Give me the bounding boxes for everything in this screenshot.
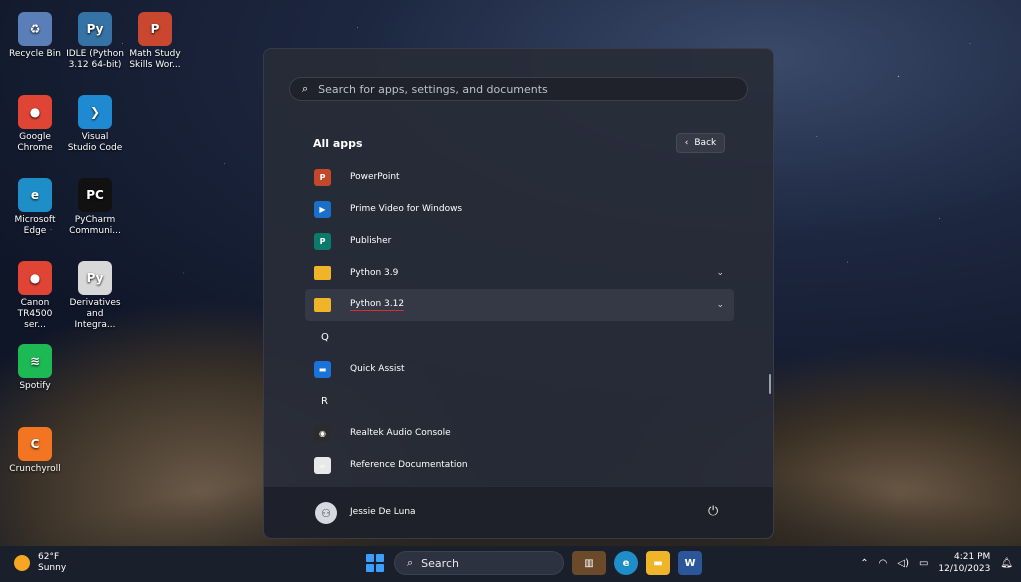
section-letter-r[interactable]: R xyxy=(305,385,734,417)
app-folder[interactable]: Python 3.12 ⌄ xyxy=(305,289,734,321)
all-apps-list: P PowerPoint ▶ Prime Video for Windows P Publ… xyxy=(305,161,734,481)
power-icon[interactable]: ⏻ xyxy=(708,504,718,519)
java-doc-icon: ☕ xyxy=(314,456,331,474)
edge-icon: e xyxy=(18,178,52,212)
vscode-icon: ❯ xyxy=(78,95,112,129)
desktop-icon[interactable]: ≋ Spotify xyxy=(6,344,64,392)
taskbar: 62°F Sunny ⌕ Search ▥ e ▬ W ⌃ ◠ ◁) ▭ 4:2… xyxy=(0,546,1021,582)
app-item[interactable]: ▶ Prime Video for Windows xyxy=(305,193,734,225)
desktop-icon-label: PyCharm Communi... xyxy=(69,215,121,236)
desktop-icon-label: Math Study Skills Wor... xyxy=(129,49,181,70)
app-label: Prime Video for Windows xyxy=(350,204,463,214)
recycle-bin-icon: ♻ xyxy=(18,12,52,46)
desktop-icon-label: Crunchyroll xyxy=(9,464,61,474)
volume-icon[interactable]: ◁) xyxy=(897,558,909,569)
user-icon: ⚇ xyxy=(321,506,331,520)
taskbar-search[interactable]: ⌕ Search xyxy=(394,551,564,575)
app-item[interactable]: P PowerPoint xyxy=(305,161,734,193)
weather-temperature: 62°F xyxy=(38,552,60,562)
back-button-label: Back xyxy=(694,138,717,148)
taskbar-search-label: Search xyxy=(421,556,459,570)
system-tray: ⌃ ◠ ◁) ▭ 4:21 PM 12/10/2023 🔔︎ xyxy=(860,551,1013,575)
taskbar-apps: ⌕ Search ▥ e ▬ W xyxy=(364,551,702,575)
chevron-left-icon: ‹ xyxy=(684,138,689,148)
app-folder[interactable]: Python 3.9 ⌄ xyxy=(305,257,734,289)
back-button[interactable]: ‹ Back xyxy=(676,133,725,153)
app-label: Quick Assist xyxy=(350,364,405,374)
start-search-placeholder: Search for apps, settings, and documents xyxy=(318,82,548,96)
app-label: PowerPoint xyxy=(350,172,400,182)
desktop-icon[interactable]: e Microsoft Edge xyxy=(6,178,64,237)
desktop-icon-label: Canon TR4500 ser... xyxy=(17,298,53,330)
app-item[interactable]: ◉ Realtek Audio Console xyxy=(305,417,734,449)
widgets-icon[interactable]: ▥ xyxy=(572,551,606,575)
app-item[interactable]: ▬ Quick Assist xyxy=(305,353,734,385)
realtek-icon: ◉ xyxy=(314,424,331,442)
desktop-icon-label: Microsoft Edge xyxy=(14,215,56,236)
file-explorer-icon[interactable]: ▬ xyxy=(646,551,670,575)
pycharm-icon: PC xyxy=(78,178,112,212)
publisher-icon: P xyxy=(314,232,331,250)
app-item[interactable]: ☕ Reference Documentation xyxy=(305,449,734,481)
battery-icon[interactable]: ▭ xyxy=(919,558,928,569)
desktop-icon[interactable]: ❯ Visual Studio Code xyxy=(66,95,124,154)
app-label: Publisher xyxy=(350,236,392,246)
folder-icon xyxy=(314,266,331,280)
start-menu: ⌕ Search for apps, settings, and documen… xyxy=(263,48,774,539)
desktop-icon[interactable]: Py IDLE (Python 3.12 64-bit) xyxy=(66,12,124,71)
clock[interactable]: 4:21 PM 12/10/2023 xyxy=(938,551,990,575)
wifi-icon[interactable]: ◠ xyxy=(879,558,888,569)
prime-video-icon: ▶ xyxy=(314,200,331,218)
desktop-icon[interactable]: ● Google Chrome xyxy=(6,95,64,154)
word-icon[interactable]: W xyxy=(678,551,702,575)
chevron-down-icon[interactable]: ⌄ xyxy=(716,300,724,310)
user-name[interactable]: Jessie De Luna xyxy=(350,507,416,517)
app-label: Python 3.9 xyxy=(350,268,399,278)
search-icon: ⌕ xyxy=(302,82,309,95)
chrome-icon: ● xyxy=(18,261,52,295)
edge-taskbar-icon[interactable]: e xyxy=(614,551,638,575)
chrome-icon: ● xyxy=(18,95,52,129)
app-label: Reference Documentation xyxy=(350,460,468,470)
chevron-up-icon[interactable]: ⌃ xyxy=(860,558,868,569)
desktop-icon-label: Visual Studio Code xyxy=(67,132,123,153)
sun-icon xyxy=(14,555,30,571)
python-idle-icon: Py xyxy=(78,12,112,46)
document-icon: P xyxy=(138,12,172,46)
desktop-icon-label: Google Chrome xyxy=(17,132,53,153)
desktop-icon[interactable]: ♻ Recycle Bin xyxy=(6,12,64,60)
spotify-icon: ≋ xyxy=(18,344,52,378)
clock-time: 4:21 PM xyxy=(954,552,991,562)
desktop-icon-label: IDLE (Python 3.12 64-bit) xyxy=(66,49,124,70)
quick-assist-icon: ▬ xyxy=(314,360,331,378)
powerpoint-icon: P xyxy=(314,168,331,186)
user-avatar[interactable]: ⚇ xyxy=(315,502,337,524)
search-icon: ⌕ xyxy=(407,556,414,569)
crunchyroll-icon: C xyxy=(18,427,52,461)
folder-icon xyxy=(314,298,331,312)
start-search-input[interactable]: ⌕ Search for apps, settings, and documen… xyxy=(289,77,748,101)
desktop-icon-label: Derivatives and Integra... xyxy=(69,298,121,330)
app-label: Python 3.12 xyxy=(350,299,405,311)
app-list-scrollbar[interactable] xyxy=(769,374,771,394)
start-button[interactable] xyxy=(364,552,386,574)
clock-date: 12/10/2023 xyxy=(938,564,991,574)
weather-widget[interactable]: 62°F Sunny xyxy=(14,552,66,574)
desktop-icon[interactable]: C Crunchyroll xyxy=(6,427,64,475)
desktop-icon[interactable]: ● Canon TR4500 ser... xyxy=(6,261,64,331)
all-apps-title: All apps xyxy=(313,137,363,150)
desktop-icon-label: Recycle Bin xyxy=(9,49,61,59)
start-footer: ⚇ Jessie De Luna ⏻ xyxy=(264,486,773,538)
weather-condition: Sunny xyxy=(38,563,67,573)
desktop-icon[interactable]: PC PyCharm Communi... xyxy=(66,178,124,237)
section-letter-q[interactable]: Q xyxy=(305,321,734,353)
desktop-icon[interactable]: P Math Study Skills Wor... xyxy=(126,12,184,71)
python-file-icon: Py xyxy=(78,261,112,295)
chevron-down-icon[interactable]: ⌄ xyxy=(716,268,724,278)
notification-bell-icon[interactable]: 🔔︎ xyxy=(1000,558,1013,569)
desktop-icon-label: Spotify xyxy=(19,381,51,391)
app-item[interactable]: P Publisher xyxy=(305,225,734,257)
app-label: Realtek Audio Console xyxy=(350,428,451,438)
desktop-icon[interactable]: Py Derivatives and Integra... xyxy=(66,261,124,331)
